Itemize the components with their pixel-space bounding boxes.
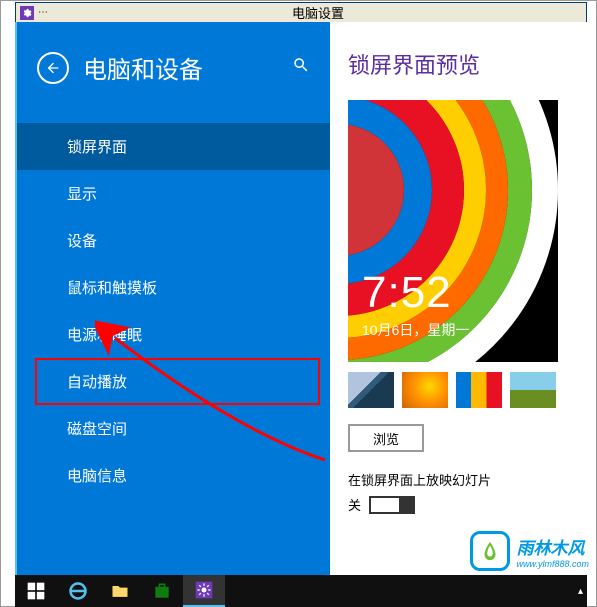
back-button[interactable] [37, 52, 69, 84]
slideshow-toggle[interactable] [369, 496, 415, 514]
search-icon[interactable] [292, 56, 310, 79]
taskbar-chevron-icon[interactable]: ▴ [578, 586, 583, 597]
thumbnail-3[interactable] [456, 372, 502, 408]
content-pane: 锁屏界面预览 7:52 10月6日，星期一 浏览 在锁屏界面上放映幻灯片 关 [330, 22, 587, 575]
taskbar: ▴ [15, 575, 587, 607]
toggle-state-label: 关 [348, 495, 361, 514]
slideshow-label: 在锁屏界面上放映幻灯片 [348, 470, 569, 489]
window-title: 电脑设置 [50, 3, 586, 22]
background-thumbnails [348, 372, 569, 408]
sidebar-item-lockscreen[interactable]: 锁屏界面 [17, 123, 330, 170]
preview-time: 7:52 [362, 268, 452, 318]
taskbar-settings-icon[interactable] [183, 575, 225, 607]
thumbnail-4[interactable] [510, 372, 556, 408]
titlebar: ⋯ 电脑设置 [15, 2, 587, 22]
sidebar-item-display[interactable]: 显示 [17, 170, 330, 217]
content-title: 锁屏界面预览 [348, 48, 569, 80]
sidebar-item-pcinfo[interactable]: 电脑信息 [17, 452, 330, 499]
sidebar-title: 电脑和设备 [83, 50, 292, 85]
start-button[interactable] [15, 575, 57, 607]
taskbar-ie-icon[interactable] [57, 575, 99, 607]
sidebar-item-mouse[interactable]: 鼠标和触摸板 [17, 264, 330, 311]
watermark: 雨林木风 www.ylmf888.com [470, 531, 589, 571]
preview-date: 10月6日，星期一 [362, 320, 469, 340]
sidebar-item-devices[interactable]: 设备 [17, 217, 330, 264]
sidebar: 电脑和设备 锁屏界面 显示 设备 鼠标和触摸板 电源和睡眠 自动播放 磁盘空间 … [17, 22, 330, 575]
watermark-logo-icon [470, 531, 510, 571]
lockscreen-preview: 7:52 10月6日，星期一 [348, 100, 558, 362]
thumbnail-2[interactable] [402, 372, 448, 408]
sidebar-item-autoplay[interactable]: 自动播放 [35, 358, 320, 405]
thumbnail-1[interactable] [348, 372, 394, 408]
sidebar-item-power[interactable]: 电源和睡眠 [17, 311, 330, 358]
settings-app-icon [20, 6, 34, 20]
sidebar-item-diskspace[interactable]: 磁盘空间 [17, 405, 330, 452]
taskbar-explorer-icon[interactable] [99, 575, 141, 607]
browse-button[interactable]: 浏览 [348, 424, 424, 452]
watermark-url: www.ylmf888.com [516, 559, 589, 569]
sidebar-menu: 锁屏界面 显示 设备 鼠标和触摸板 电源和睡眠 自动播放 磁盘空间 电脑信息 [17, 123, 330, 499]
quick-access-icon[interactable]: ⋯ [38, 7, 48, 18]
sidebar-header: 电脑和设备 [17, 22, 330, 105]
taskbar-store-icon[interactable] [141, 575, 183, 607]
slideshow-section: 在锁屏界面上放映幻灯片 关 [348, 470, 569, 514]
watermark-name: 雨林木风 [516, 534, 589, 559]
